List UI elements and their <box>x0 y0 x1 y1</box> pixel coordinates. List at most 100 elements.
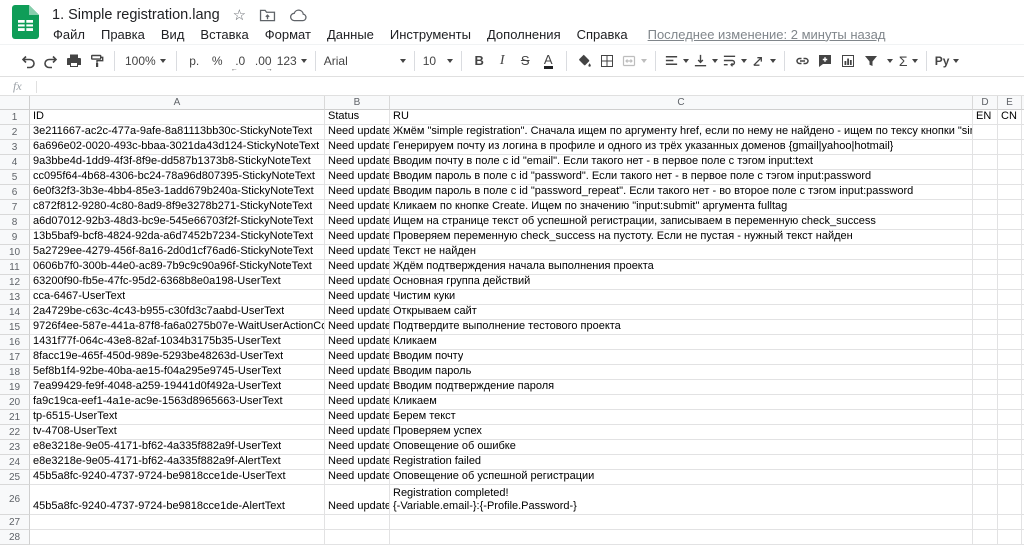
cell-D5[interactable] <box>973 170 998 185</box>
cell-B17[interactable]: Need update <box>325 350 390 365</box>
column-header-C[interactable]: C <box>390 96 973 110</box>
cell-D19[interactable] <box>973 380 998 395</box>
select-all-corner[interactable] <box>0 96 30 110</box>
cell-C6[interactable]: Вводим пароль в поле с id "password_repe… <box>390 185 973 200</box>
menu-edit[interactable]: Правка <box>93 26 153 43</box>
insert-chart-icon[interactable] <box>837 49 860 73</box>
cell-E5[interactable] <box>998 170 1022 185</box>
cell-B4[interactable]: Need update <box>325 155 390 170</box>
row-header-18[interactable]: 18 <box>0 365 30 380</box>
cell-B18[interactable]: Need update <box>325 365 390 380</box>
cell-B6[interactable]: Need update <box>325 185 390 200</box>
cell-C7[interactable]: Кликаем по кнопке Create. Ищем по значен… <box>390 200 973 215</box>
cell-A10[interactable]: 5a2729ee-4279-456f-8a16-2d0d1cf76ad6-Sti… <box>30 245 325 260</box>
cell-C24[interactable]: Registration failed <box>390 455 973 470</box>
filter-icon[interactable] <box>860 49 883 73</box>
horizontal-align-icon[interactable] <box>662 49 691 73</box>
input-tools-button[interactable]: Ру <box>933 49 962 73</box>
cell-C18[interactable]: Вводим пароль <box>390 365 973 380</box>
cell-D4[interactable] <box>973 155 998 170</box>
cell-B2[interactable]: Need update <box>325 125 390 140</box>
format-currency-button[interactable]: р. <box>183 49 206 73</box>
borders-icon[interactable] <box>596 49 619 73</box>
cell-C11[interactable]: Ждём подтверждения начала выполнения про… <box>390 260 973 275</box>
cell-C14[interactable]: Открываем сайт <box>390 305 973 320</box>
zoom-select[interactable]: 100% <box>121 49 170 73</box>
undo-icon[interactable] <box>16 49 39 73</box>
text-color-button[interactable]: A <box>537 49 560 73</box>
cell-A17[interactable]: 8facc19e-465f-450d-989e-5293be48263d-Use… <box>30 350 325 365</box>
cell-B23[interactable]: Need update <box>325 440 390 455</box>
cell-C23[interactable]: Оповещение об ошибке <box>390 440 973 455</box>
cell-E2[interactable] <box>998 125 1022 140</box>
cell-A11[interactable]: 0606b7f0-300b-44e0-ac89-7b9c9c90a96f-Sti… <box>30 260 325 275</box>
row-header-22[interactable]: 22 <box>0 425 30 440</box>
cell-A16[interactable]: 1431f77f-064c-43e8-82af-1034b3175b35-Use… <box>30 335 325 350</box>
cell-E7[interactable] <box>998 200 1022 215</box>
paint-format-icon[interactable] <box>85 49 108 73</box>
cell-A14[interactable]: 2a4729be-c63c-4c43-b955-c30fd3c7aabd-Use… <box>30 305 325 320</box>
decrease-decimal-button[interactable]: .0← <box>229 49 252 73</box>
row-header-4[interactable]: 4 <box>0 155 30 170</box>
cell-C20[interactable]: Кликаем <box>390 395 973 410</box>
row-header-2[interactable]: 2 <box>0 125 30 140</box>
row-header-1[interactable]: 1 <box>0 110 30 125</box>
functions-button[interactable]: Σ <box>897 49 920 73</box>
cell-B16[interactable]: Need update <box>325 335 390 350</box>
row-header-3[interactable]: 3 <box>0 140 30 155</box>
cell-C22[interactable]: Проверяем успех <box>390 425 973 440</box>
menu-insert[interactable]: Вставка <box>192 26 256 43</box>
row-header-8[interactable]: 8 <box>0 215 30 230</box>
row-header-23[interactable]: 23 <box>0 440 30 455</box>
cell-D10[interactable] <box>973 245 998 260</box>
menu-data[interactable]: Данные <box>319 26 382 43</box>
cell-C8[interactable]: Ищем на странице текст об успешной регис… <box>390 215 973 230</box>
cell-D1[interactable]: EN <box>973 110 998 125</box>
google-sheets-logo-icon[interactable] <box>12 5 39 39</box>
formula-input[interactable] <box>37 78 1024 95</box>
text-wrap-icon[interactable] <box>720 49 749 73</box>
cell-A4[interactable]: 9a3bbe4d-1dd9-4f3f-8f9e-dd587b1373b8-Sti… <box>30 155 325 170</box>
cell-A13[interactable]: cca-6467-UserText <box>30 290 325 305</box>
menu-format[interactable]: Формат <box>257 26 319 43</box>
cell-E14[interactable] <box>998 305 1022 320</box>
cell-A7[interactable]: c872f812-9280-4c80-8ad9-8f9e3278b271-Sti… <box>30 200 325 215</box>
cell-A9[interactable]: 13b5baf9-bcf8-4824-92da-a6d7452b7234-Sti… <box>30 230 325 245</box>
cell-D14[interactable] <box>973 305 998 320</box>
cell-E13[interactable] <box>998 290 1022 305</box>
cell-D22[interactable] <box>973 425 998 440</box>
row-header-16[interactable]: 16 <box>0 335 30 350</box>
print-icon[interactable] <box>62 49 85 73</box>
cell-B22[interactable]: Need update <box>325 425 390 440</box>
merge-cells-icon[interactable] <box>619 49 649 73</box>
cell-A22[interactable]: tv-4708-UserText <box>30 425 325 440</box>
cell-A8[interactable]: a6d07012-92b3-48d3-bc9e-545e66703f2f-Sti… <box>30 215 325 230</box>
row-header-5[interactable]: 5 <box>0 170 30 185</box>
cell-B21[interactable]: Need update <box>325 410 390 425</box>
menu-file[interactable]: Файл <box>45 26 93 43</box>
column-header-A[interactable]: A <box>30 96 325 110</box>
cell-B26[interactable]: Need update <box>325 485 390 515</box>
cell-A6[interactable]: 6e0f32f3-3b3e-4bb4-85e3-1add679b240a-Sti… <box>30 185 325 200</box>
cell-B5[interactable]: Need update <box>325 170 390 185</box>
cell-D17[interactable] <box>973 350 998 365</box>
cell-E10[interactable] <box>998 245 1022 260</box>
cell-D13[interactable] <box>973 290 998 305</box>
cell-D24[interactable] <box>973 455 998 470</box>
cell-C25[interactable]: Оповещение об успешной регистрации <box>390 470 973 485</box>
cell-B19[interactable]: Need update <box>325 380 390 395</box>
cell-A18[interactable]: 5ef8b1f4-92be-40ba-ae15-f04a295e9745-Use… <box>30 365 325 380</box>
cell-B15[interactable]: Need update <box>325 320 390 335</box>
menu-help[interactable]: Справка <box>569 26 636 43</box>
cell-B12[interactable]: Need update <box>325 275 390 290</box>
cell-B20[interactable]: Need update <box>325 395 390 410</box>
format-percent-button[interactable]: % <box>206 49 229 73</box>
row-header-6[interactable]: 6 <box>0 185 30 200</box>
redo-icon[interactable] <box>39 49 62 73</box>
cell-C27[interactable] <box>390 515 973 530</box>
text-rotation-icon[interactable] <box>749 49 778 73</box>
cell-C28[interactable] <box>390 530 973 545</box>
cell-C15[interactable]: Подтвердите выполнение тестового проекта <box>390 320 973 335</box>
cell-A15[interactable]: 9726f4ee-587e-441a-87f8-fa6a0275b07e-Wai… <box>30 320 325 335</box>
cell-D11[interactable] <box>973 260 998 275</box>
